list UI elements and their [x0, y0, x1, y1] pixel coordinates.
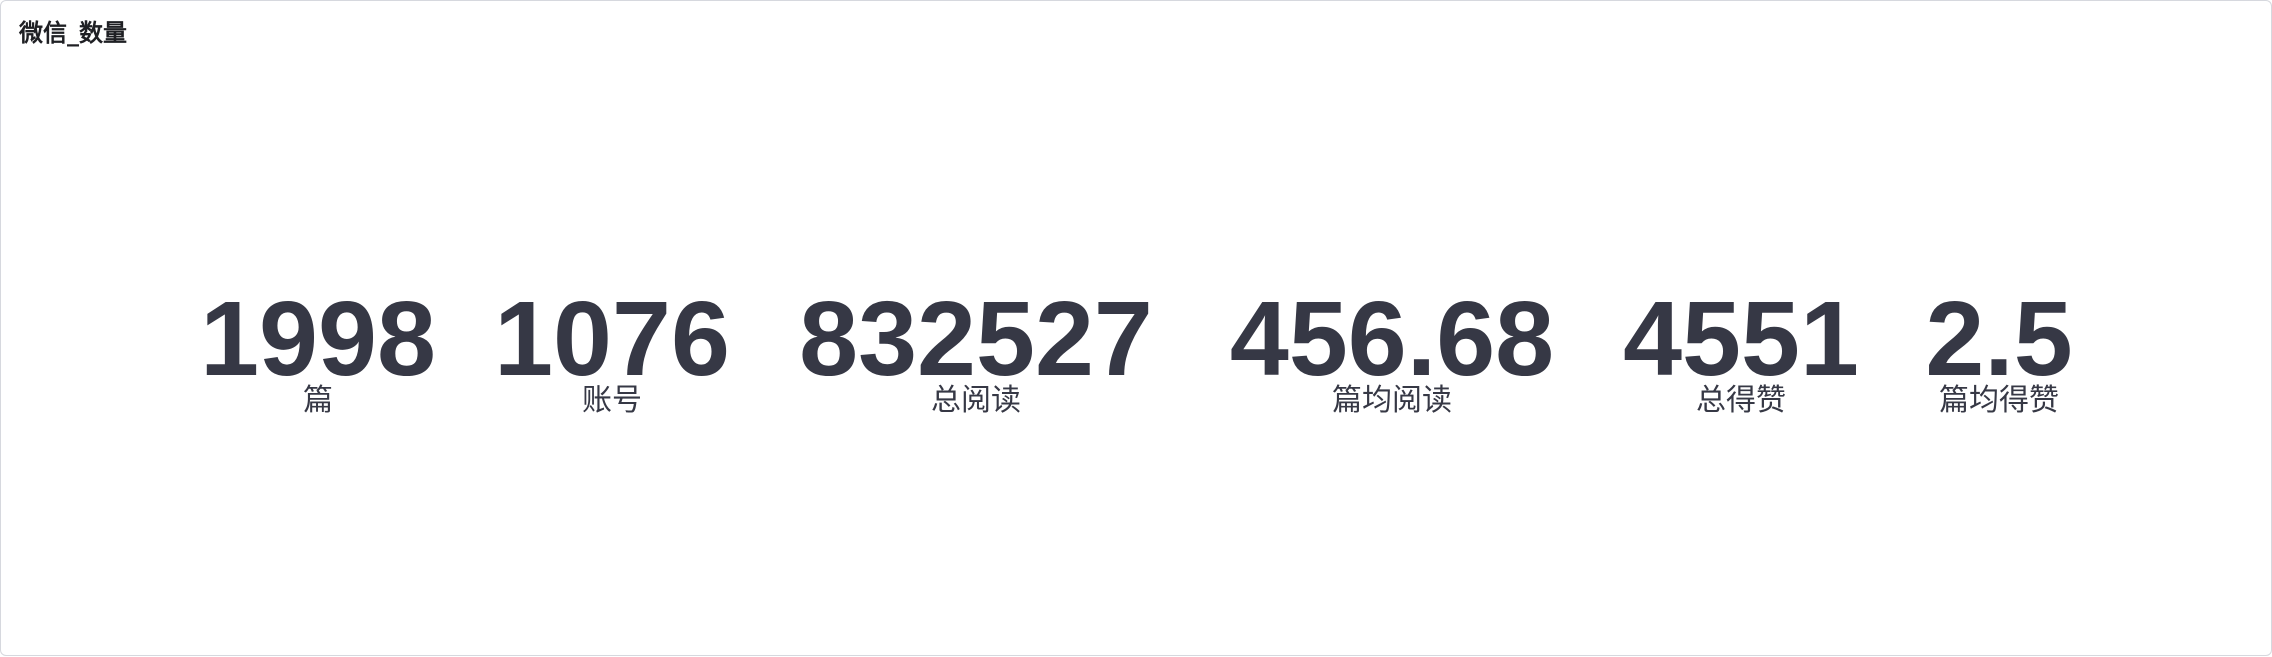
- metric-accounts: 1076 账号: [494, 280, 730, 421]
- metric-label: 篇均得赞: [1938, 383, 2059, 418]
- metric-avg-reads: 456.68 篇均阅读: [1229, 280, 1555, 421]
- metric-articles: 1998 篇: [200, 280, 436, 421]
- metric-avg-likes: 2.5 篇均得赞: [1925, 280, 2073, 421]
- metric-value: 832527: [799, 280, 1153, 398]
- wechat-count-panel: 微信_数量 1998 篇 1076 账号 832527 总阅读 456.68 篇…: [0, 0, 2272, 656]
- metric-value: 1076: [494, 280, 730, 398]
- metric-total-reads: 832527 总阅读: [799, 280, 1153, 421]
- metric-value: 456.68: [1229, 280, 1555, 398]
- metric-value: 2.5: [1925, 280, 2073, 398]
- metric-value: 4551: [1623, 280, 1859, 398]
- metric-value: 1998: [200, 280, 436, 398]
- metric-total-likes: 4551 总得赞: [1623, 280, 1859, 421]
- metrics-row: 1998 篇 1076 账号 832527 总阅读 456.68 篇均阅读 45…: [1, 1, 2272, 657]
